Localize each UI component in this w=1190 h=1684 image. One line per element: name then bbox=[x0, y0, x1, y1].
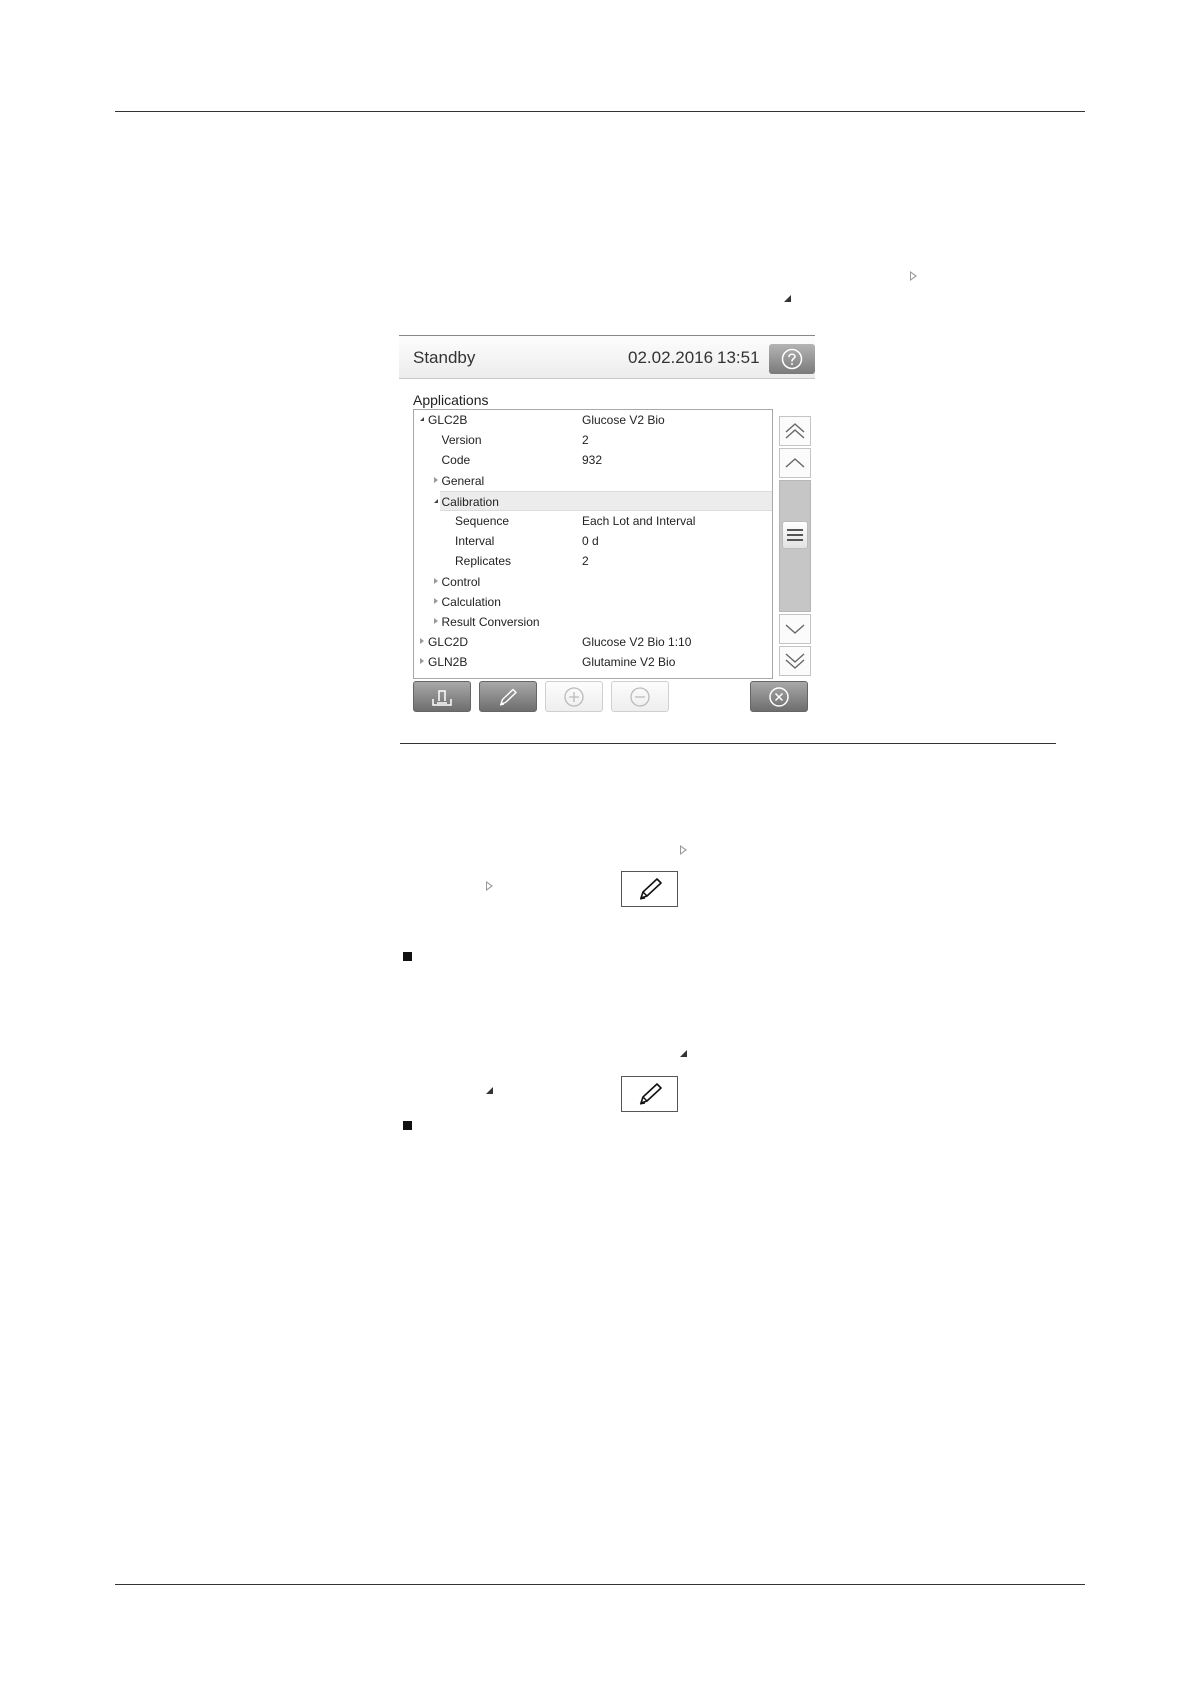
scrollbar[interactable] bbox=[779, 416, 811, 676]
expanded-arrow-icon bbox=[680, 1050, 687, 1057]
tree-row-value: 2 bbox=[582, 554, 589, 569]
panel-title: Applications bbox=[413, 392, 489, 408]
tree-row-name: Calculation bbox=[441, 594, 501, 609]
status-text: Standby bbox=[413, 348, 476, 367]
tree-row[interactable]: Version 2 bbox=[414, 430, 772, 450]
close-button[interactable] bbox=[750, 681, 808, 712]
export-icon bbox=[432, 689, 452, 706]
pencil-icon bbox=[639, 878, 662, 900]
tree-row-name: GLC2B bbox=[428, 413, 468, 427]
scroll-to-top-button[interactable] bbox=[779, 416, 811, 446]
expanded-arrow-icon bbox=[486, 1087, 493, 1094]
plus-circle-icon bbox=[564, 686, 584, 707]
edit-button-illustration bbox=[621, 1076, 678, 1112]
tree-row[interactable]: Interval 0 d bbox=[414, 531, 772, 551]
expanded-arrow-icon[interactable] bbox=[420, 417, 424, 421]
help-icon bbox=[781, 348, 803, 370]
end-of-step-marker bbox=[403, 952, 412, 961]
tree-row-name: Version bbox=[441, 433, 482, 448]
tree-row-name: GLC2D bbox=[428, 635, 469, 650]
tree-row-name: Sequence bbox=[455, 514, 510, 528]
help-button[interactable] bbox=[769, 344, 815, 374]
edit-button[interactable] bbox=[479, 681, 537, 712]
scroll-to-bottom-button[interactable] bbox=[779, 646, 811, 676]
collapsed-arrow-icon[interactable] bbox=[433, 476, 438, 483]
tree-row[interactable]: General bbox=[414, 471, 772, 491]
scroll-thumb[interactable] bbox=[782, 521, 808, 549]
tree-row-value: Glucose V2 Bio 1:10 bbox=[582, 635, 692, 650]
double-chevron-up-icon bbox=[785, 423, 805, 439]
tree-row-name: General bbox=[441, 473, 485, 488]
tree-row-name: Calibration bbox=[441, 494, 499, 509]
tree-row-value: 2 bbox=[582, 433, 589, 448]
tree-row[interactable]: Control bbox=[414, 572, 772, 592]
collapsed-arrow-icon bbox=[910, 271, 917, 281]
tree-row[interactable]: GLC2B Glucose V2 Bio bbox=[414, 410, 772, 430]
scroll-up-button[interactable] bbox=[779, 448, 811, 478]
expanded-arrow-icon bbox=[784, 295, 791, 302]
instrument-screen: Standby 02.02.2016 13:51 Applications GL… bbox=[399, 335, 815, 733]
chevron-up-icon bbox=[785, 458, 805, 468]
export-button[interactable] bbox=[413, 681, 471, 712]
collapsed-arrow-icon[interactable] bbox=[433, 577, 438, 584]
end-of-step-marker bbox=[403, 1121, 412, 1130]
add-button[interactable] bbox=[545, 681, 603, 712]
scroll-down-button[interactable] bbox=[779, 614, 811, 644]
applications-tree: GLC2B Glucose V2 Bio Version 2 Code 932 Genera… bbox=[413, 409, 773, 679]
figure-rule bbox=[400, 743, 1056, 744]
header-rule bbox=[115, 111, 1085, 112]
minus-circle-icon bbox=[630, 686, 650, 707]
tree-row-value: 932 bbox=[582, 453, 603, 468]
status-bar: Standby 02.02.2016 13:51 bbox=[399, 336, 815, 379]
remove-button[interactable] bbox=[611, 681, 669, 712]
tree-row-name: Interval bbox=[455, 534, 495, 549]
tree-row[interactable]: Calibration bbox=[433, 490, 772, 511]
tree-row[interactable]: GLN2B Glutamine V2 Bio bbox=[414, 652, 772, 672]
chevron-down-icon bbox=[785, 624, 805, 634]
tree-row[interactable]: Replicates 2 bbox=[414, 551, 772, 571]
tree-row-name: Code bbox=[441, 453, 471, 468]
tree-row[interactable]: Result Conversion bbox=[414, 612, 772, 632]
tree-row-value: 0 d bbox=[582, 534, 599, 549]
tree-row-name: Replicates bbox=[455, 554, 512, 569]
tree-row[interactable]: Sequence Each Lot and Interval bbox=[414, 511, 772, 531]
pencil-icon bbox=[499, 688, 517, 706]
tree-row-name: GLN2B bbox=[428, 655, 468, 670]
tree-row[interactable]: Calculation bbox=[414, 592, 772, 612]
date-text: 02.02.2016 bbox=[628, 348, 714, 367]
expanded-arrow-icon[interactable] bbox=[433, 498, 438, 503]
tree-row-value: Glutamine V2 Bio bbox=[582, 655, 676, 670]
tree-row-value: Each Lot and Interval bbox=[582, 514, 696, 528]
tree-row[interactable]: Code 932 bbox=[414, 450, 772, 470]
tree-row-name: Control bbox=[441, 574, 481, 589]
tree-row[interactable]: GLC2D Glucose V2 Bio 1:10 bbox=[414, 632, 772, 652]
scroll-track[interactable] bbox=[779, 480, 811, 612]
collapsed-arrow-icon[interactable] bbox=[420, 658, 424, 665]
footer-rule bbox=[115, 1584, 1085, 1585]
collapsed-arrow-icon[interactable] bbox=[433, 597, 438, 604]
collapsed-arrow-icon bbox=[680, 845, 687, 855]
collapsed-arrow-icon[interactable] bbox=[433, 618, 438, 624]
edit-button-illustration bbox=[621, 871, 678, 907]
collapsed-arrow-icon[interactable] bbox=[420, 638, 424, 645]
grip-icon bbox=[787, 529, 803, 541]
tree-row-value: Glucose V2 Bio bbox=[582, 413, 665, 427]
double-chevron-down-icon bbox=[785, 653, 805, 669]
tree-row-name: Result Conversion bbox=[441, 615, 540, 629]
time-text: 13:51 bbox=[717, 348, 760, 367]
close-circle-icon bbox=[769, 686, 789, 707]
pencil-icon bbox=[639, 1083, 662, 1105]
collapsed-arrow-icon bbox=[486, 881, 493, 891]
